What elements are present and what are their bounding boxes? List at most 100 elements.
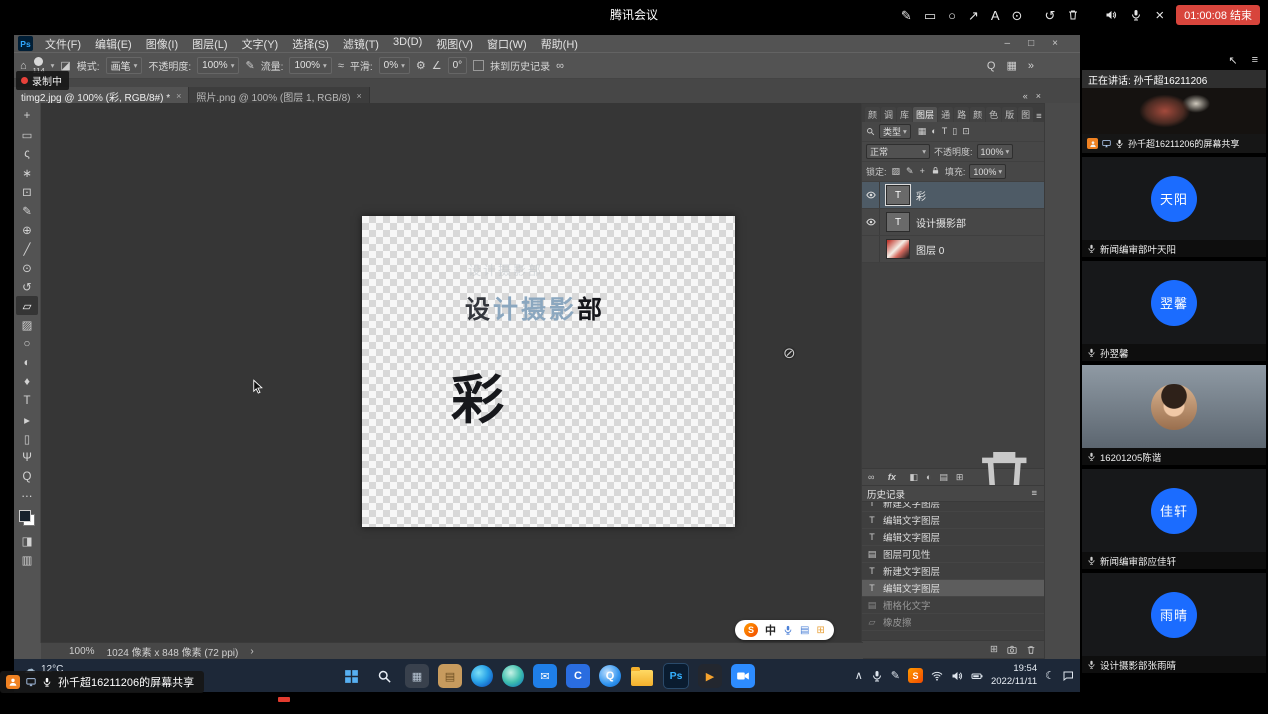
layer-filter-select[interactable]: 类型▾ (879, 124, 911, 139)
menu-item-1[interactable]: 编辑(E) (88, 36, 139, 52)
history-state-row[interactable]: ▤栅格化文字 (862, 597, 1044, 614)
screen-share-overlay[interactable]: 孙千超16211206的屏幕共享 (0, 671, 204, 693)
taskbar-clock[interactable]: 19:54 2022/11/11 (991, 663, 1037, 688)
fill-select[interactable]: 100%▾ (969, 164, 1006, 179)
opacity-select[interactable]: 100%▾ (197, 57, 239, 74)
brush-preset-caret[interactable]: ▾ (51, 61, 55, 70)
participant-tile[interactable]: 16201205陈谐 (1082, 365, 1266, 465)
participant-tile[interactable]: 雨晴设计摄影部张雨晴 (1082, 573, 1266, 673)
collapse-panels-icon[interactable]: « (1023, 91, 1028, 101)
path-select-tool[interactable]: ▸ (16, 410, 38, 429)
clone-stamp-tool[interactable]: ⊙ (16, 258, 38, 277)
pen-icon[interactable]: ✎ (901, 9, 912, 22)
tab-close-icon[interactable]: × (356, 91, 361, 101)
mail-app[interactable]: ✉ (533, 664, 557, 688)
history-state-row[interactable]: T编辑文字图层 (862, 529, 1044, 546)
arrow-icon[interactable]: ↗ (968, 9, 979, 22)
symmetry-icon[interactable]: ∞ (556, 60, 564, 72)
menu-item-4[interactable]: 文字(Y) (235, 36, 286, 52)
dodge-tool[interactable]: ◐ (16, 353, 38, 372)
ime-toolbar[interactable]: S 中 ▤ ⊞ (735, 620, 834, 640)
screen-mode-icon[interactable]: ▥ (16, 550, 38, 569)
home-icon[interactable]: ⌂ (20, 60, 27, 72)
history-state-row[interactable]: T新建文字图层 (862, 502, 1044, 512)
angle-input[interactable]: 0° (448, 57, 468, 74)
panel-tab-8[interactable]: 版 (1002, 107, 1017, 122)
c-app[interactable]: C (566, 664, 590, 688)
docs-app[interactable]: ▤ (438, 664, 462, 688)
q-app[interactable]: Q (599, 665, 621, 687)
participant-mic-icon[interactable] (1087, 452, 1096, 461)
arrange-documents-icon[interactable]: ▦ (1006, 59, 1016, 72)
text-tool-icon[interactable]: A (991, 9, 1000, 22)
browser-app[interactable] (502, 665, 524, 687)
smoothing-select[interactable]: 0%▾ (379, 57, 410, 74)
shape-tool[interactable]: ▯ (16, 429, 38, 448)
laser-pointer-icon[interactable]: ⊙ (1012, 9, 1023, 22)
history-brush-tool[interactable]: ↺ (16, 277, 38, 296)
filter-pixel-icon[interactable]: ▦ (917, 126, 928, 137)
meeting-app[interactable] (731, 664, 755, 688)
pen-tool[interactable]: ♦ (16, 372, 38, 391)
menu-item-7[interactable]: 3D(D) (386, 36, 429, 52)
visibility-eye-icon[interactable] (862, 182, 880, 208)
adjustment-layer-icon[interactable]: ◐ (926, 472, 931, 482)
layer-mask-icon[interactable]: ◧ (909, 472, 918, 483)
eraser-tool[interactable]: ▱ (16, 296, 38, 315)
visibility-empty-box[interactable] (862, 236, 880, 262)
mode-select[interactable]: 画笔▾ (106, 57, 143, 74)
history-state-row[interactable]: T编辑文字图层 (862, 512, 1044, 529)
move-tool[interactable]: + (16, 106, 38, 125)
layer-style-icon[interactable]: fx (882, 472, 901, 482)
eyedropper-tool[interactable]: ✎ (16, 201, 38, 220)
minimize-button[interactable]: – (1005, 38, 1011, 49)
close-button[interactable]: × (1052, 38, 1058, 49)
panel-tab-4[interactable]: 通 (938, 107, 953, 122)
tray-expand-icon[interactable]: ∧ (855, 669, 863, 682)
participant-tile[interactable]: 翌馨孙翌馨 (1082, 261, 1266, 361)
new-snapshot-icon[interactable] (1007, 645, 1017, 655)
history-state-row[interactable]: T编辑文字图层 (862, 580, 1044, 597)
filter-type-icon[interactable]: T (941, 126, 949, 137)
file-explorer[interactable] (630, 664, 654, 688)
participant-mic-icon[interactable] (1087, 244, 1096, 253)
panel-tab-9[interactable]: 图 (1018, 107, 1033, 122)
quick-mask-icon[interactable]: ◨ (16, 531, 38, 550)
ime-toolbox-icon[interactable]: ⊞ (816, 625, 824, 636)
layer-row[interactable]: T彩 (862, 182, 1044, 209)
smoothing-gear-icon[interactable]: ⚙ (416, 59, 426, 72)
search-button[interactable] (372, 664, 396, 688)
history-state-row[interactable]: ▱橡皮擦 (862, 614, 1044, 631)
blend-mode-select[interactable]: 正常▾ (866, 144, 930, 159)
link-layers-icon[interactable]: ∞ (868, 472, 874, 482)
statusbar-chevron-icon[interactable]: › (250, 646, 253, 657)
foreground-color-swatch[interactable] (19, 510, 31, 522)
filter-adjustment-icon[interactable]: ◐ (930, 126, 937, 137)
volume-icon[interactable] (951, 670, 963, 682)
tray-pen-icon[interactable]: ✎ (891, 669, 900, 682)
document-canvas[interactable]: 设计摄影部 设计摄影部 彩 (362, 216, 735, 527)
type-tool[interactable]: T (16, 391, 38, 410)
lock-all-icon[interactable] (930, 166, 941, 175)
panel-tab-2[interactable]: 库 (897, 107, 912, 122)
menu-item-0[interactable]: 文件(F) (38, 36, 88, 52)
color-swatches[interactable] (19, 510, 35, 526)
history-state-row[interactable]: T新建文字图层 (862, 563, 1044, 580)
meeting-timer-badge[interactable]: 01:00:08 结束 (1176, 5, 1260, 25)
photoshop-app[interactable]: Ps (663, 663, 689, 689)
menu-item-9[interactable]: 窗口(W) (480, 36, 534, 52)
layer-search-icon[interactable] (866, 127, 875, 136)
menu-item-3[interactable]: 图层(L) (185, 36, 234, 52)
participant-mic-icon[interactable] (1087, 660, 1096, 669)
close-annotation-icon[interactable]: × (1155, 8, 1164, 23)
lock-transparency-icon[interactable]: ▨ (891, 166, 902, 177)
lock-pixels-icon[interactable]: ✎ (905, 166, 915, 177)
panel-tab-5[interactable]: 路 (954, 107, 969, 122)
menu-item-5[interactable]: 选择(S) (285, 36, 336, 52)
ime-language-indicator[interactable]: 中 (765, 622, 776, 638)
panel-tab-3[interactable]: 图层 (913, 107, 937, 122)
panel-tab-7[interactable]: 色 (986, 107, 1001, 122)
more-tools-icon[interactable]: ⋯ (16, 486, 38, 505)
speaker-icon[interactable] (1105, 9, 1117, 21)
maximize-button[interactable]: □ (1028, 38, 1034, 49)
